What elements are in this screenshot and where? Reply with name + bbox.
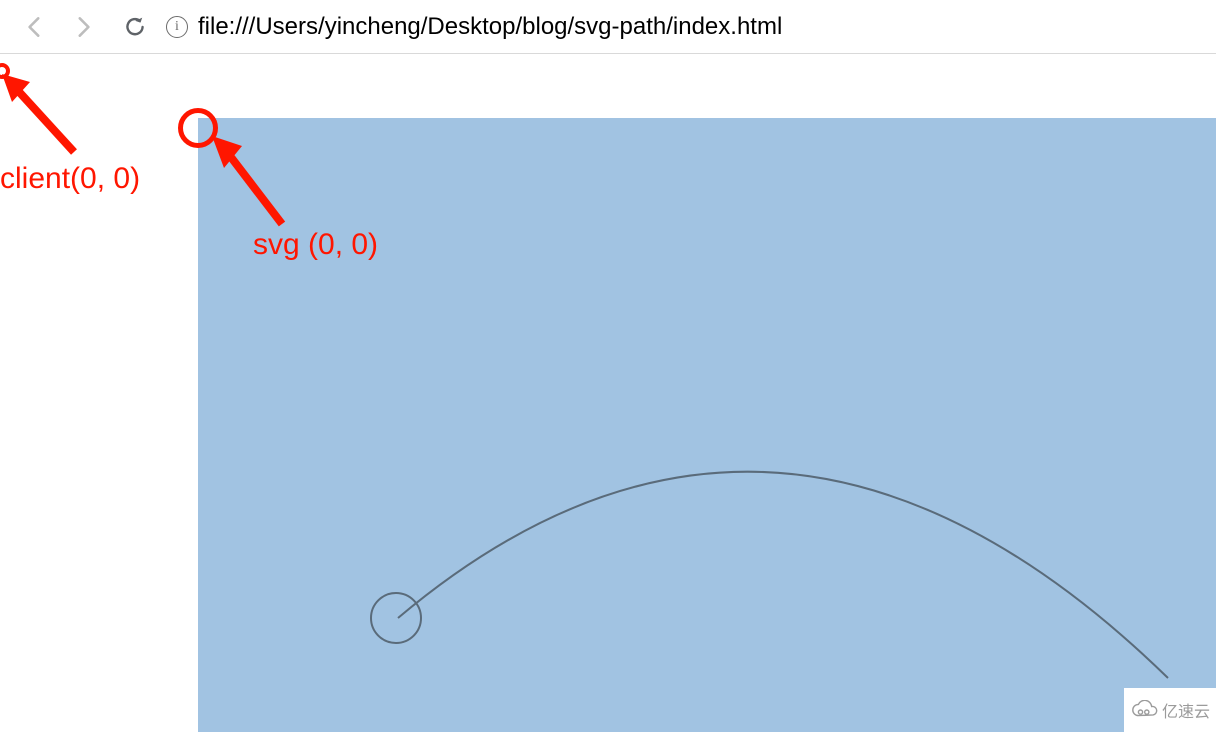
watermark-text: 亿速云	[1162, 698, 1210, 722]
site-info-icon[interactable]: i	[166, 16, 188, 38]
info-glyph: i	[175, 20, 179, 34]
svg-drawing	[198, 118, 1216, 732]
arc-path	[398, 472, 1168, 678]
arrow-icon	[210, 136, 300, 236]
back-button[interactable]	[18, 10, 52, 44]
browser-toolbar: i file:///Users/yincheng/Desktop/blog/sv…	[0, 0, 1216, 54]
path-start-circle	[371, 593, 421, 643]
forward-button[interactable]	[66, 10, 100, 44]
arrow-right-icon	[70, 14, 96, 40]
svg-canvas	[198, 118, 1216, 732]
page-viewport: client(0, 0) svg (0, 0) 亿速云	[0, 54, 1216, 732]
reload-button[interactable]	[118, 10, 152, 44]
reload-icon	[122, 14, 148, 40]
url-text: file:///Users/yincheng/Desktop/blog/svg-…	[198, 13, 782, 41]
address-bar[interactable]: i file:///Users/yincheng/Desktop/blog/sv…	[166, 9, 1206, 45]
client-origin-label: client(0, 0)	[0, 162, 140, 196]
cloud-icon	[1130, 700, 1158, 720]
watermark: 亿速云	[1124, 688, 1216, 732]
arrow-icon	[2, 74, 92, 164]
svg-origin-label: svg (0, 0)	[253, 228, 378, 262]
arrow-left-icon	[22, 14, 48, 40]
